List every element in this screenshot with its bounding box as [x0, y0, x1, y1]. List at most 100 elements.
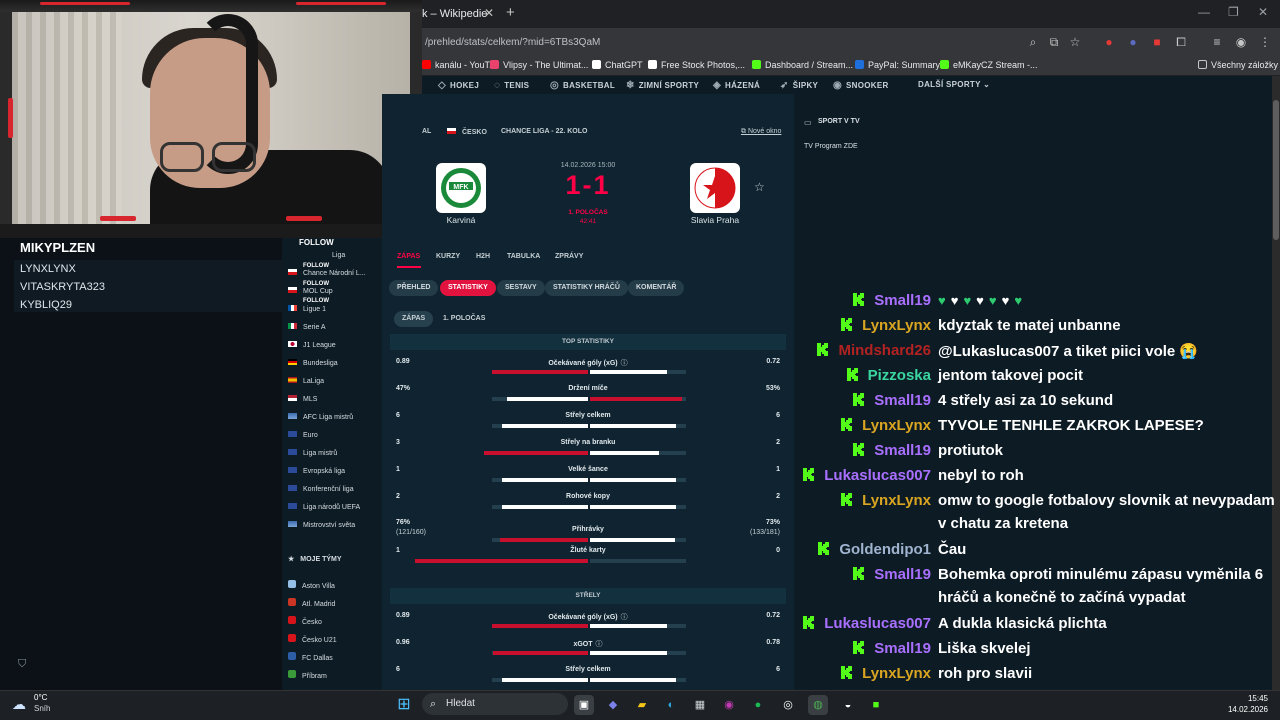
bookmark-item[interactable]: ChatGPT — [592, 60, 643, 70]
match-tab[interactable]: H2H — [476, 253, 490, 260]
chat-username[interactable]: Goldendipo1 — [839, 541, 931, 558]
league-item[interactable]: Liga — [332, 252, 345, 259]
clock-time[interactable]: 15:45 — [1248, 694, 1268, 703]
chat-text-label: TYVOLE TENHLE ZAKROK LAPESE? — [938, 417, 1204, 434]
chat-username[interactable]: Pizzoska — [868, 367, 931, 384]
task-view-icon[interactable]: ▣ — [574, 695, 594, 715]
kick-badge-icon — [803, 616, 815, 629]
obs-icon[interactable]: ◒ — [838, 695, 858, 715]
new-window-link[interactable]: ⧉ Nové okno — [741, 128, 781, 136]
clock-date[interactable]: 14.02.2026 — [1228, 705, 1268, 714]
extensions-puzzle-icon[interactable]: ⧠ — [1174, 35, 1188, 49]
team-item[interactable]: Atl. Madrid — [288, 598, 335, 608]
bookmark-item[interactable]: Free Stock Photos,... — [648, 60, 745, 70]
bookmark-item[interactable]: kanálu - YouT... — [422, 60, 497, 70]
chat-message-row: LynxLynx kdyztak te matej unbanne — [0, 317, 1280, 337]
install-app-icon[interactable]: ⧉ — [1047, 35, 1061, 49]
away-team-name[interactable]: Slavia Praha — [675, 215, 755, 225]
sport-nav-zimní-sporty[interactable]: ❄ ZIMNÍ SPORTY — [626, 80, 699, 91]
weather-desc[interactable]: Sníh — [34, 704, 50, 713]
chat-text-label: 4 střely asi za 10 sekund — [938, 392, 1114, 409]
breadcrumb-league[interactable]: CHANCE LIGA - 22. KOLO — [501, 128, 587, 135]
chat-username[interactable]: Small19 — [874, 640, 931, 657]
spotify-icon[interactable]: ● — [748, 695, 768, 715]
home-team-name[interactable]: Karviná — [421, 215, 501, 225]
tab-close-icon[interactable]: ✕ — [484, 6, 494, 20]
bookmark-item[interactable]: eMKayCZ Stream -... — [940, 60, 1038, 70]
more-sports-menu[interactable]: DALŠÍ SPORTY ⌄ — [918, 80, 990, 89]
chat-username[interactable]: Mindshard26 — [838, 342, 931, 359]
chat-message-row: Mindshard26 @Lukaslucas007 a tiket piici … — [0, 342, 1280, 362]
zoom-icon[interactable]: ⌕ — [1026, 35, 1040, 49]
extension-red-icon[interactable]: ● — [1102, 35, 1116, 49]
chat-username[interactable]: LynxLynx — [862, 417, 931, 434]
chat-username[interactable]: Lukaslucas007 — [824, 615, 931, 632]
match-tab[interactable]: TABULKA — [507, 253, 540, 260]
store-icon[interactable]: ▦ — [690, 695, 710, 715]
chevron-down-icon: ⌄ — [983, 80, 991, 89]
address-bar-url[interactable]: /prehled/stats/celkem/?mid=6TBs3QaM — [425, 37, 600, 48]
chat-username[interactable]: LynxLynx — [862, 317, 931, 334]
profile-avatar[interactable]: ◉ — [1234, 35, 1248, 49]
chat-username[interactable]: Small19 — [874, 566, 931, 583]
edge-icon[interactable]: ◐ — [661, 695, 681, 715]
minimize-icon[interactable]: — — [1198, 5, 1210, 19]
file-explorer-icon[interactable]: ▰ — [632, 695, 652, 715]
away-team-logo[interactable] — [690, 163, 740, 213]
bookmark-item[interactable]: PayPal: Summary — [855, 60, 940, 70]
close-window-icon[interactable]: ✕ — [1258, 5, 1268, 19]
chat-username[interactable]: Small19 — [874, 292, 931, 309]
chat-text-label: Čau — [938, 541, 967, 558]
bookmark-item[interactable]: Vlipsy - The Ultimat... — [490, 60, 588, 70]
new-tab-button[interactable]: + — [506, 4, 515, 21]
bookmark-star-icon[interactable]: ☆ — [1068, 35, 1082, 49]
taskbar-search-label: Hledat — [446, 698, 475, 709]
sport-nav-házená[interactable]: ◈ HÁZENÁ — [713, 80, 760, 91]
chat-username[interactable]: LynxLynx — [862, 492, 931, 509]
match-tab[interactable]: KURZY — [436, 253, 460, 260]
menu-kebab-icon[interactable]: ⋮ — [1258, 35, 1272, 49]
chat-username[interactable]: LynxLynx — [862, 665, 931, 682]
reading-list-icon[interactable]: ≡ — [1210, 35, 1224, 49]
browser-tab-title[interactable]: k – Wikipedie — [422, 8, 487, 20]
teams-icon[interactable]: ◆ — [603, 695, 623, 715]
streamer-name: MIKYPLZEN — [20, 240, 96, 255]
kick-icon[interactable]: ■ — [866, 695, 886, 715]
windows-start-icon[interactable]: ⊞ — [394, 695, 414, 715]
extension-record-icon[interactable]: ■ — [1150, 35, 1164, 49]
chat-username[interactable]: Small19 — [874, 392, 931, 409]
chat-username[interactable]: Lukaslucas007 — [824, 467, 931, 484]
basketball-icon: ◎ — [550, 80, 560, 91]
league-item[interactable]: Chance Národní L... — [288, 269, 366, 277]
bookmark-item[interactable]: Dashboard / Stream... — [752, 60, 853, 70]
maximize-icon[interactable]: ❐ — [1228, 5, 1239, 19]
sport-nav-šipky[interactable]: ➶ ŠIPKY — [780, 80, 818, 91]
tv-program-link[interactable]: TV Program ZDE — [804, 143, 858, 150]
home-team-logo[interactable]: MFK — [436, 163, 486, 213]
sport-nav-tenis[interactable]: ◌ TENIS — [494, 80, 529, 91]
match-tab[interactable]: ZPRÁVY — [555, 253, 583, 260]
chrome-icon[interactable]: ◍ — [808, 695, 828, 715]
extension-blue-icon[interactable]: ● — [1126, 35, 1140, 49]
sport-nav-hokej[interactable]: ◇ HOKEJ — [438, 80, 479, 91]
bookmark-label: Vlipsy - The Ultimat... — [503, 60, 589, 70]
shield-check-icon[interactable]: ⛉ — [18, 658, 26, 671]
all-bookmarks[interactable]: Všechny záložky — [1198, 60, 1278, 70]
kick-badge-icon — [853, 393, 865, 406]
weather-temp[interactable]: 0°C — [34, 693, 47, 702]
chat-username[interactable]: Small19 — [874, 442, 931, 459]
favorite-star-icon[interactable]: ☆ — [754, 180, 765, 194]
breadcrumb-country[interactable]: ČESKO — [447, 128, 487, 136]
league-item[interactable]: Mistrovství světa — [288, 521, 355, 529]
scrollbar-thumb[interactable] — [1273, 100, 1279, 240]
weather-cloud-icon[interactable]: ☁ — [12, 696, 26, 713]
breadcrumb-sport[interactable]: AL — [422, 128, 431, 135]
app-icon[interactable]: ◉ — [719, 695, 739, 715]
kick-badge-icon — [841, 318, 853, 331]
match-tab[interactable]: ZÁPAS — [397, 253, 420, 260]
taskbar-search[interactable]: ⌕ Hledat — [422, 693, 568, 715]
sport-nav-snooker[interactable]: ◉ SNOOKER — [833, 80, 889, 91]
sport-nav-basketbal[interactable]: ◎ BASKETBAL — [550, 80, 615, 91]
steam-icon[interactable]: ◎ — [778, 695, 798, 715]
search-icon: ⌕ — [430, 698, 437, 710]
